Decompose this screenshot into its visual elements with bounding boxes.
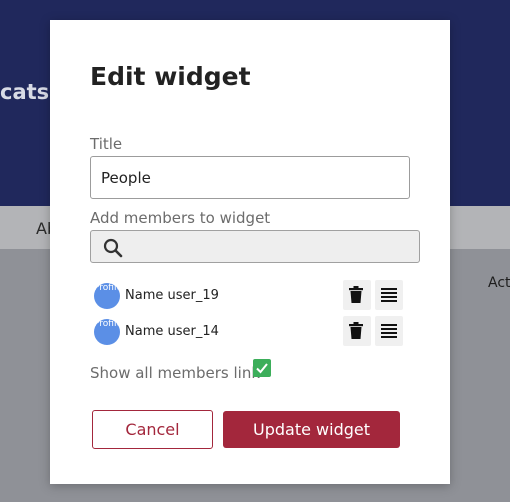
member-row: Profile Name user_19 — [94, 279, 404, 313]
delete-member-button[interactable] — [343, 280, 371, 310]
delete-member-button[interactable] — [343, 316, 371, 346]
title-input[interactable] — [90, 156, 410, 199]
page-header-title: cats — [0, 80, 50, 104]
dialog-title: Edit widget — [90, 62, 251, 91]
show-all-members-checkbox[interactable] — [253, 359, 271, 377]
member-name: Name user_14 — [125, 324, 219, 339]
reorder-member-handle[interactable] — [375, 316, 403, 346]
checkmark-icon — [256, 363, 268, 374]
member-search-box[interactable] — [90, 230, 420, 264]
cancel-button[interactable]: Cancel — [92, 410, 213, 449]
member-search-input[interactable] — [131, 231, 415, 264]
reorder-member-handle[interactable] — [375, 280, 403, 310]
show-all-members-label: Show all members link — [90, 364, 261, 382]
member-name: Name user_19 — [125, 288, 219, 303]
trash-icon — [349, 322, 363, 339]
drag-handle-icon — [381, 288, 397, 302]
member-row: Profile Name user_14 — [94, 315, 404, 349]
page-right-label: Act — [488, 275, 510, 291]
add-members-label: Add members to widget — [90, 209, 271, 227]
update-widget-button[interactable]: Update widget — [223, 411, 400, 448]
title-field-label: Title — [90, 135, 123, 153]
drag-handle-icon — [381, 324, 397, 338]
avatar: Profile — [94, 283, 120, 309]
avatar: Profile — [94, 319, 120, 345]
trash-icon — [349, 286, 363, 303]
search-icon — [103, 238, 123, 258]
edit-widget-dialog: Edit widget Title Add members to widget … — [50, 20, 450, 484]
